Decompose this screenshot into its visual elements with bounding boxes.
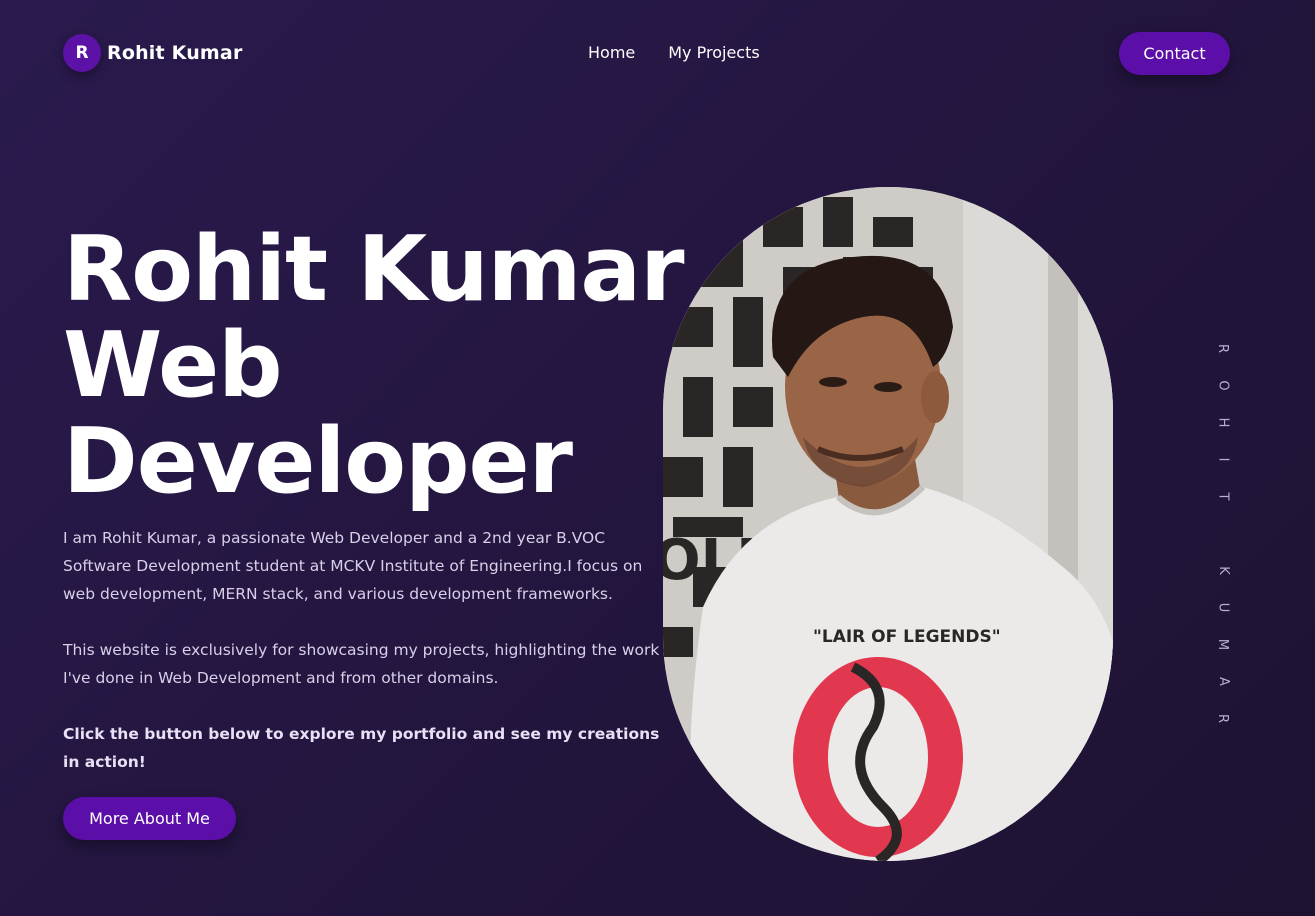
hero-title-line-name: Rohit Kumar	[63, 217, 685, 322]
side-letter: A	[1215, 677, 1231, 686]
hero-title-line-developer: Developer	[63, 409, 573, 514]
side-letter: R	[1215, 343, 1231, 354]
brand-logo-link[interactable]: R Rohit Kumar	[63, 34, 243, 72]
nav-link-my-projects[interactable]: My Projects	[668, 43, 759, 62]
bio-paragraph-purpose: This website is exclusively for showcasi…	[63, 641, 660, 687]
nav-link-home[interactable]: Home	[588, 43, 635, 62]
side-letter: I	[1215, 457, 1231, 462]
contact-button[interactable]: Contact	[1119, 32, 1230, 75]
shirt-print-text: "LAIR OF LEGENDS"	[813, 627, 1001, 647]
side-letter: O	[1215, 380, 1231, 391]
side-letter: U	[1215, 602, 1231, 613]
side-letter: R	[1215, 713, 1231, 724]
bio-section: I am Rohit Kumar, a passionate Web Devel…	[63, 524, 673, 804]
bio-cta-text: Click the button below to explore my por…	[63, 725, 660, 771]
vertical-side-name: R O H I T K U M A R	[1203, 330, 1230, 737]
bio-paragraph-intro: I am Rohit Kumar, a passionate Web Devel…	[63, 529, 643, 603]
nav-links: Home My Projects	[588, 43, 760, 62]
side-letter: K	[1215, 566, 1231, 575]
side-letter: T	[1215, 492, 1231, 501]
hero-title-line-web: Web	[63, 313, 283, 418]
hero-title: Rohit Kumar Web Developer	[63, 222, 743, 510]
side-letter: H	[1215, 417, 1231, 428]
side-letter: M	[1215, 638, 1231, 651]
brand-name: Rohit Kumar	[107, 42, 243, 64]
navbar: R Rohit Kumar Home My Projects Contact	[0, 0, 1315, 108]
brand-initial-badge: R	[63, 34, 101, 72]
profile-portrait: OLLO "LAIR OF LEGENDS"	[663, 187, 1113, 861]
portrait-illustration: OLLO "LAIR OF LEGENDS"	[663, 187, 1113, 861]
more-about-me-button[interactable]: More About Me	[63, 797, 236, 840]
